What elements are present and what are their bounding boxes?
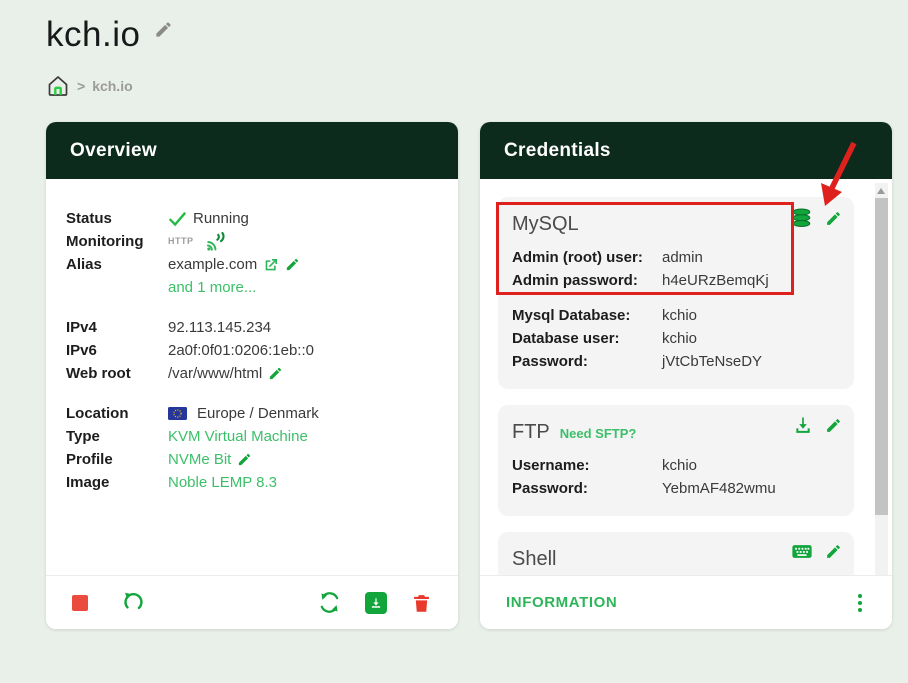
alias-more-link[interactable]: and 1 more... (168, 276, 438, 299)
image-label: Image (66, 471, 168, 494)
breadcrumb-separator: > (77, 78, 85, 94)
edit-title-pencil-icon[interactable] (154, 20, 173, 44)
status-value: Running (193, 207, 249, 230)
credentials-card-title: Credentials (504, 140, 611, 162)
kebab-menu-icon[interactable] (854, 590, 866, 616)
shell-section-title: Shell (512, 548, 556, 571)
edit-profile-pencil-icon[interactable] (237, 452, 252, 467)
edit-mysql-pencil-icon[interactable] (825, 210, 842, 227)
status-row: Status Running (66, 207, 438, 230)
type-value[interactable]: KVM Virtual Machine (168, 425, 308, 448)
overview-card-title: Overview (70, 140, 157, 162)
credentials-scrollbar[interactable] (875, 183, 888, 575)
mysql-admin-user-row: Admin (root) user: admin (512, 246, 840, 269)
profile-row: Profile NVMe Bit (66, 448, 438, 471)
location-value: Europe / Denmark (197, 402, 319, 425)
mysql-db-password-row: Password: jVtCbTeNseDY (512, 350, 840, 373)
page: kch.io > kch.io Overview Status (0, 0, 908, 629)
page-title: kch.io (46, 14, 140, 56)
edit-alias-pencil-icon[interactable] (285, 257, 300, 272)
mysql-database-row: Mysql Database: kchio (512, 304, 840, 327)
credentials-card-header: Credentials (480, 122, 892, 179)
keyboard-icon[interactable] (791, 542, 813, 561)
eu-flag-icon (168, 407, 187, 420)
mysql-section-title: MySQL (512, 213, 579, 236)
need-sftp-link[interactable]: Need SFTP? (560, 426, 637, 441)
ftp-password-row: Password: YebmAF482wmu (512, 477, 840, 500)
check-icon (168, 211, 187, 227)
edit-shell-pencil-icon[interactable] (825, 543, 842, 560)
ipv6-label: IPv6 (66, 339, 168, 362)
scrollbar-up-arrow-icon[interactable] (877, 188, 885, 194)
image-value[interactable]: Noble LEMP 8.3 (168, 471, 277, 494)
edit-webroot-pencil-icon[interactable] (268, 366, 283, 381)
cards-row: Overview Status Running Monitoring HTT (46, 122, 908, 629)
monitoring-row: Monitoring HTTP (66, 230, 438, 253)
shell-block: Shell Sudo user: admin (498, 532, 854, 575)
home-icon[interactable] (46, 74, 70, 98)
information-link[interactable]: INFORMATION (506, 594, 617, 611)
monitoring-label: Monitoring (66, 230, 168, 253)
sync-icon[interactable] (318, 591, 341, 614)
credentials-scroll-area[interactable]: MySQL Admin (root) user: admin Admin pas… (480, 179, 870, 575)
external-link-icon[interactable] (263, 257, 279, 273)
database-icon[interactable] (790, 207, 813, 230)
webroot-row: Web root /var/www/html (66, 362, 438, 385)
overview-card: Overview Status Running Monitoring HTT (46, 122, 458, 629)
credentials-card: Credentials (480, 122, 892, 629)
profile-label: Profile (66, 448, 168, 471)
overview-card-header: Overview (46, 122, 458, 179)
status-label: Status (66, 207, 168, 230)
location-row: Location Europe / Denmark (66, 402, 438, 425)
type-row: Type KVM Virtual Machine (66, 425, 438, 448)
ipv6-row: IPv6 2a0f:0f01:0206:1eb::0 (66, 339, 438, 362)
overview-footer (46, 575, 458, 629)
title-row: kch.io (46, 14, 908, 56)
profile-value[interactable]: NVMe Bit (168, 448, 231, 471)
ftp-section-title: FTP (512, 421, 550, 444)
ipv6-value: 2a0f:0f01:0206:1eb::0 (168, 339, 314, 362)
ipv4-value: 92.113.145.234 (168, 316, 271, 339)
mysql-block: MySQL Admin (root) user: admin Admin pas… (498, 197, 854, 389)
image-row: Image Noble LEMP 8.3 (66, 471, 438, 494)
trash-icon[interactable] (411, 592, 432, 614)
overview-body: Status Running Monitoring HTTP (46, 179, 458, 494)
scrollbar-thumb[interactable] (875, 198, 888, 515)
alias-label: Alias (66, 253, 168, 276)
signal-icon[interactable] (204, 231, 226, 253)
credentials-footer: INFORMATION (480, 575, 892, 629)
webroot-value: /var/www/html (168, 362, 262, 385)
ftp-username-row: Username: kchio (512, 454, 840, 477)
breadcrumb-current[interactable]: kch.io (92, 78, 132, 94)
edit-ftp-pencil-icon[interactable] (825, 417, 842, 434)
ftp-block: FTP Need SFTP? Username: kchio Password:… (498, 405, 854, 516)
webroot-label: Web root (66, 362, 168, 385)
location-label: Location (66, 402, 168, 425)
stop-icon[interactable] (72, 595, 88, 611)
backup-download-icon[interactable] (365, 592, 387, 614)
ipv4-row: IPv4 92.113.145.234 (66, 316, 438, 339)
ipv4-label: IPv4 (66, 316, 168, 339)
breadcrumb: > kch.io (46, 74, 908, 98)
restart-icon[interactable] (122, 591, 145, 614)
download-icon[interactable] (793, 415, 813, 435)
type-label: Type (66, 425, 168, 448)
mysql-admin-password-row: Admin password: h4eURzBemqKj (512, 269, 840, 292)
alias-row: Alias example.com (66, 253, 438, 276)
mysql-db-user-row: Database user: kchio (512, 327, 840, 350)
alias-value: example.com (168, 253, 257, 276)
http-protocol-label: HTTP (168, 230, 194, 253)
